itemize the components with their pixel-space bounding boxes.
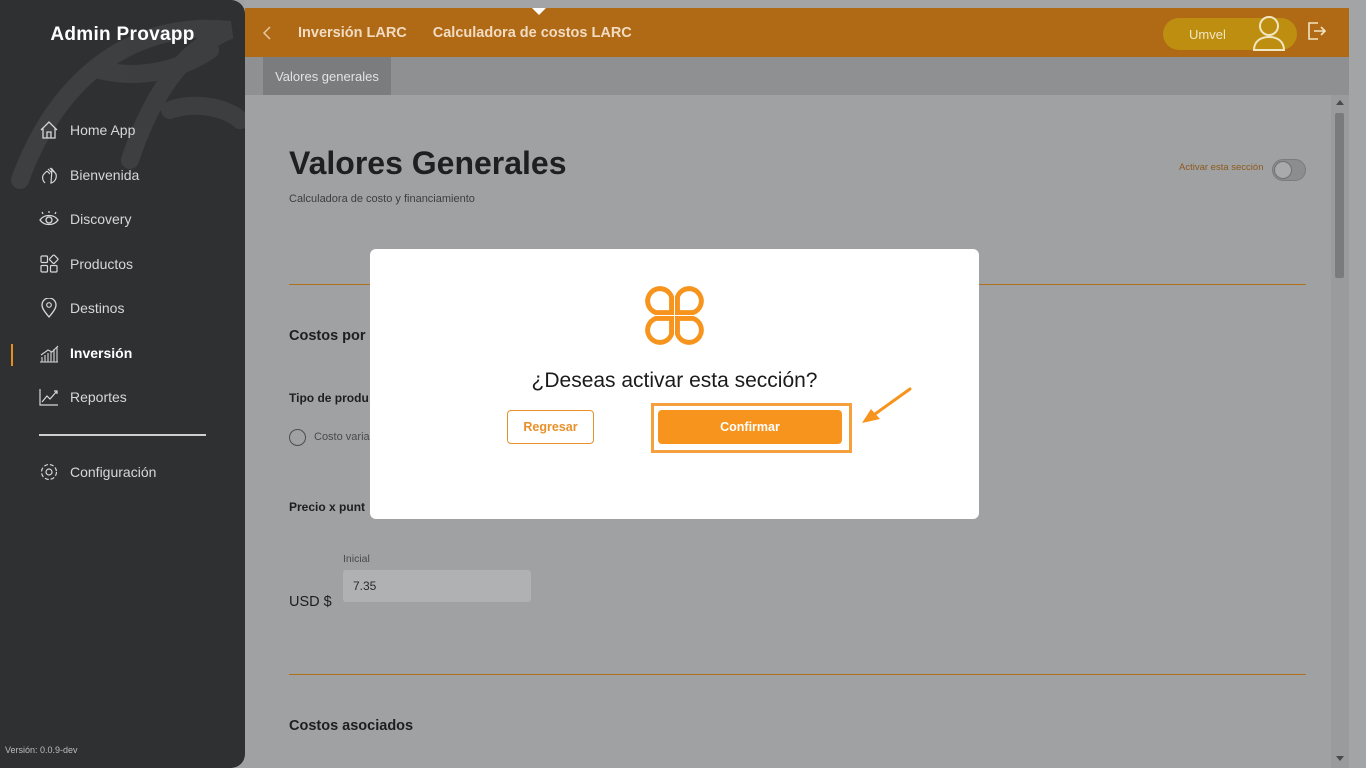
page-title: Valores Generales [289, 145, 567, 181]
initial-field-label: Inicial [343, 553, 370, 565]
scrollbar-thumb[interactable] [1335, 113, 1344, 278]
right-strip [1349, 0, 1366, 768]
back-button[interactable] [247, 8, 287, 57]
scroll-up-arrow[interactable] [1336, 100, 1344, 105]
sidebar-item-label: Configuración [70, 463, 157, 480]
home-icon [38, 119, 60, 141]
sidebar-item-home-app[interactable]: Home App [0, 108, 245, 153]
wave-hand-icon [38, 164, 60, 186]
sidebar-item-label: Productos [70, 255, 134, 272]
app-title: Admin Provapp [50, 24, 195, 45]
sidebar-item-discovery[interactable]: Discovery [0, 197, 245, 242]
chevron-left-icon [262, 25, 271, 40]
confirm-dialog: ¿Deseas activar esta sección? Regresar C… [370, 249, 979, 519]
user-menu[interactable]: Umvel [1163, 16, 1297, 51]
section-costs-title: Costos por [289, 328, 366, 344]
sidebar-item-label: Inversión [70, 344, 133, 361]
pointer-arrow-icon [862, 387, 912, 423]
toggle-knob [1274, 161, 1292, 179]
currency-label: USD $ [289, 594, 332, 610]
regresar-button[interactable]: Regresar [507, 410, 594, 444]
sidebar-item-configuracion[interactable]: Configuración [0, 450, 245, 495]
sidebar-item-bienvenida[interactable]: Bienvenida [0, 153, 245, 198]
section-toggle-label: Activar esta sección [1179, 162, 1264, 173]
sidebar-item-label: Reportes [70, 389, 127, 406]
app-version: Versión: 0.0.9-dev [5, 745, 78, 755]
initial-price-input[interactable] [343, 570, 531, 602]
sidebar: Admin Provapp Home App Bienvenida Discov… [0, 0, 245, 768]
sidebar-item-label: Destinos [70, 300, 125, 317]
bar-chart-icon [38, 342, 60, 364]
sub-tabs: Valores generales [245, 57, 1349, 95]
sidebar-item-label: Discovery [70, 211, 132, 228]
sidebar-item-productos[interactable]: Productos [0, 242, 245, 287]
breadcrumb-inversion[interactable]: Inversión LARC [298, 25, 407, 41]
top-bar: Inversión LARC Calculadora de costos LAR… [245, 8, 1349, 57]
sidebar-item-inversion[interactable]: Inversión [0, 331, 245, 376]
radio-label: Costo varia [314, 431, 370, 443]
brand-logo-icon [645, 286, 704, 345]
section-divider [289, 674, 1306, 675]
avatar-icon [1252, 16, 1286, 51]
sidebar-divider [39, 433, 206, 436]
section-associated-title: Costos asociados [289, 718, 414, 734]
logout-icon[interactable] [1305, 20, 1327, 42]
sidebar-item-label: Bienvenida [70, 166, 140, 183]
confirmar-button[interactable]: Confirmar [658, 410, 842, 444]
location-pin-icon [38, 297, 60, 319]
top-strip [245, 0, 1349, 8]
line-chart-icon [38, 386, 60, 408]
sidebar-nav: Home App Bienvenida Discovery Productos … [0, 108, 245, 494]
radio-costo-variable[interactable] [289, 429, 306, 446]
sidebar-item-destinos[interactable]: Destinos [0, 286, 245, 331]
gear-icon [38, 461, 60, 483]
sidebar-item-reportes[interactable]: Reportes [0, 375, 245, 420]
user-name: Umvel [1189, 26, 1226, 42]
breadcrumb-calculadora[interactable]: Calculadora de costos LARC [433, 25, 632, 41]
product-type-label: Tipo de produ [289, 391, 369, 405]
sidebar-item-label: Home App [70, 122, 136, 139]
eye-icon [38, 208, 60, 230]
tab-valores-generales[interactable]: Valores generales [263, 57, 391, 95]
grid-icon [38, 253, 60, 275]
scroll-down-arrow[interactable] [1336, 756, 1344, 761]
breadcrumb-notch [532, 8, 546, 15]
price-label: Precio x punt [289, 500, 366, 514]
section-toggle[interactable] [1272, 159, 1306, 181]
page-subtitle: Calculadora de costo y financiamiento [289, 193, 475, 205]
